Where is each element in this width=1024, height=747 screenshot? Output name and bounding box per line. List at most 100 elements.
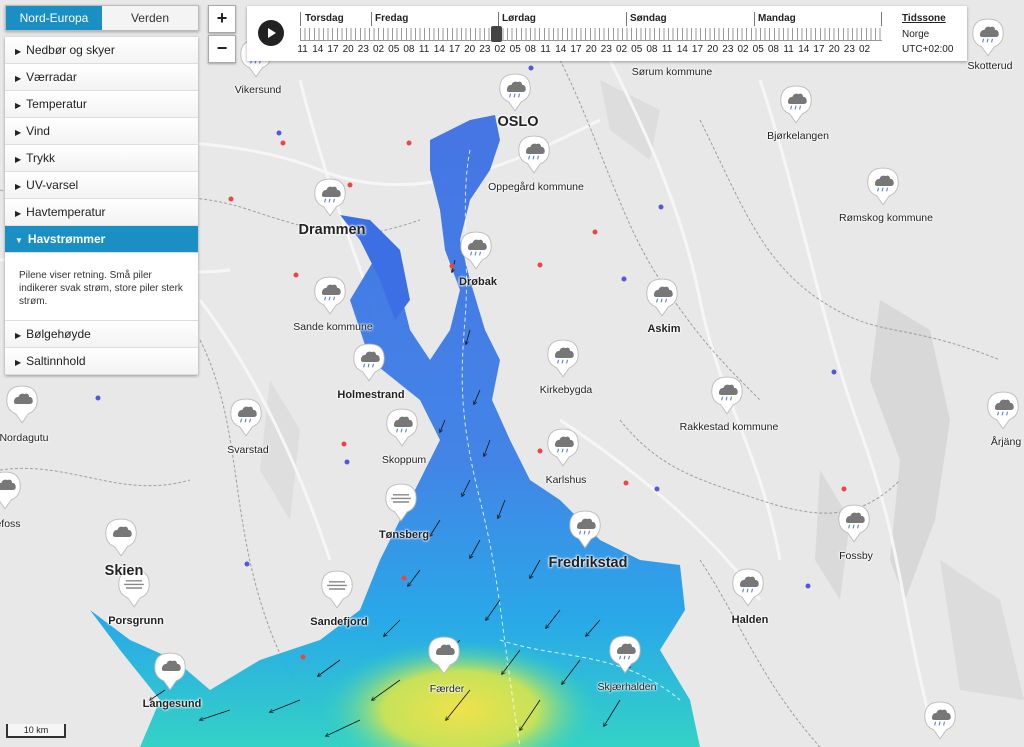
layer-label: Værradar [26,70,77,84]
zoom-in-button[interactable]: + [208,5,236,33]
hour-label: 11 [540,44,551,55]
place-label[interactable]: efoss [0,518,21,530]
place-label[interactable]: OSLO [497,114,538,130]
rain-cloud-icon[interactable] [313,275,347,315]
hour-label: 05 [509,44,521,55]
day-separator [626,12,627,26]
hour-label: 11 [297,44,308,55]
place-label[interactable]: Årjäng [991,436,1021,448]
layer-label: Vind [26,124,50,138]
rain-cloud-icon[interactable] [837,503,871,543]
place-label[interactable]: Fossby [839,550,873,562]
place-label[interactable]: Skjærhalden [598,681,657,693]
place-label[interactable]: Sande kommune [293,321,372,333]
place-label[interactable]: Skien [105,563,144,579]
place-label[interactable]: Kirkebygda [540,384,593,396]
rain-cloud-icon[interactable] [459,230,493,270]
rain-cloud-icon[interactable] [568,509,602,549]
hour-label: 05 [752,44,764,55]
place-label[interactable]: Rakkestad kommune [680,421,779,433]
caret-right-icon: ▶ [15,128,22,137]
rain-cloud-icon[interactable] [645,277,679,317]
rain-cloud-icon[interactable] [498,72,532,112]
cloud-icon[interactable] [5,384,39,424]
layer-havtemperatur[interactable]: ▶ Havtemperatur [5,199,198,226]
place-label[interactable]: Holmestrand [337,389,404,401]
layer-temperatur[interactable]: ▶ Temperatur [5,91,198,118]
place-label[interactable]: Oppegård kommune [488,181,584,193]
place-label[interactable]: Drøbak [459,276,497,288]
place-label[interactable]: Langesund [143,698,202,710]
place-label[interactable]: Bjørkelangen [767,130,829,142]
rain-cloud-icon[interactable] [710,375,744,415]
caret-right-icon: ▶ [15,155,22,164]
timezone-link[interactable]: Tidssone [902,13,946,24]
zoom-out-button[interactable]: − [208,35,236,63]
place-label[interactable]: Drammen [299,222,366,238]
fog-icon[interactable] [320,569,354,609]
layer-uv-varsel[interactable]: ▶ UV-varsel [5,172,198,199]
rain-cloud-icon[interactable] [546,427,580,467]
caret-down-icon: ▼ [15,236,23,245]
hour-label: 05 [631,44,643,55]
place-label[interactable]: Svarstad [227,444,268,456]
hour-label: 14 [555,44,567,55]
day-label: Fredag [375,13,409,24]
place-label[interactable]: Sørum kommune [632,66,713,78]
place-label[interactable]: Tønsberg [379,529,429,541]
place-label[interactable]: Skoppum [382,454,426,466]
timeline-handle[interactable] [491,26,502,42]
rain-cloud-icon[interactable] [313,177,347,217]
hour-label: 20 [585,44,597,55]
rain-cloud-icon[interactable] [385,407,419,447]
hour-label: 17 [570,44,582,55]
hour-label: 02 [737,44,749,55]
place-label[interactable]: Rømskog kommune [839,212,933,224]
place-label[interactable]: Fredrikstad [549,555,628,571]
layer-trykk[interactable]: ▶ Trykk [5,145,198,172]
layer-label: Trykk [26,151,56,165]
layer-bolgehoyde[interactable]: ▶ Bølgehøyde [5,321,198,348]
tab-nord-europa[interactable]: Nord-Europa [6,6,102,30]
hour-labels: 11 14 17 20 23 02 05 08 11 14 17 20 23 02 05 08 11 14 17 20… [295,44,895,55]
cloud-icon[interactable] [427,635,461,675]
rain-cloud-icon[interactable] [608,634,642,674]
place-label[interactable]: Karlshus [546,474,587,486]
caret-right-icon: ▶ [15,209,22,218]
hour-label: 14 [676,44,688,55]
layer-vaerradar[interactable]: ▶ Værradar [5,64,198,91]
cloud-icon[interactable] [153,651,187,691]
layer-saltinnhold[interactable]: ▶ Saltinnhold [5,348,198,375]
rain-cloud-icon[interactable] [986,390,1020,430]
place-label[interactable]: Nordagutu [0,432,49,444]
fog-icon[interactable] [384,482,418,522]
place-label[interactable]: Halden [732,614,769,626]
place-label[interactable]: Vikersund [235,84,282,96]
play-button[interactable] [258,20,284,46]
day-separator [300,12,301,26]
rain-cloud-icon[interactable] [731,567,765,607]
rain-cloud-icon[interactable] [971,17,1005,57]
place-label[interactable]: Sandefjord [310,616,367,628]
layer-vind[interactable]: ▶ Vind [5,118,198,145]
layer-nedbor[interactable]: ▶ Nedbør og skyer [5,37,198,64]
layer-label: UV-varsel [26,178,79,192]
rain-cloud-icon[interactable] [352,342,386,382]
rain-cloud-icon[interactable] [923,700,957,740]
timeline-track[interactable] [300,28,882,41]
place-label[interactable]: Porsgrunn [108,615,164,627]
tab-verden[interactable]: Verden [102,6,198,30]
cloud-icon[interactable] [0,470,22,510]
place-label[interactable]: Askim [647,323,680,335]
place-label[interactable]: Skotterud [968,60,1013,72]
rain-cloud-icon[interactable] [866,166,900,206]
place-label[interactable]: Færder [430,683,464,695]
layer-havstrommer[interactable]: ▼ Havstrømmer [5,226,198,253]
rain-cloud-icon[interactable] [779,84,813,124]
rain-cloud-icon[interactable] [517,134,551,174]
cloud-icon[interactable] [104,517,138,557]
rain-cloud-icon[interactable] [229,397,263,437]
day-label: Søndag [630,13,667,24]
rain-cloud-icon[interactable] [546,338,580,378]
caret-right-icon: ▶ [15,101,22,110]
